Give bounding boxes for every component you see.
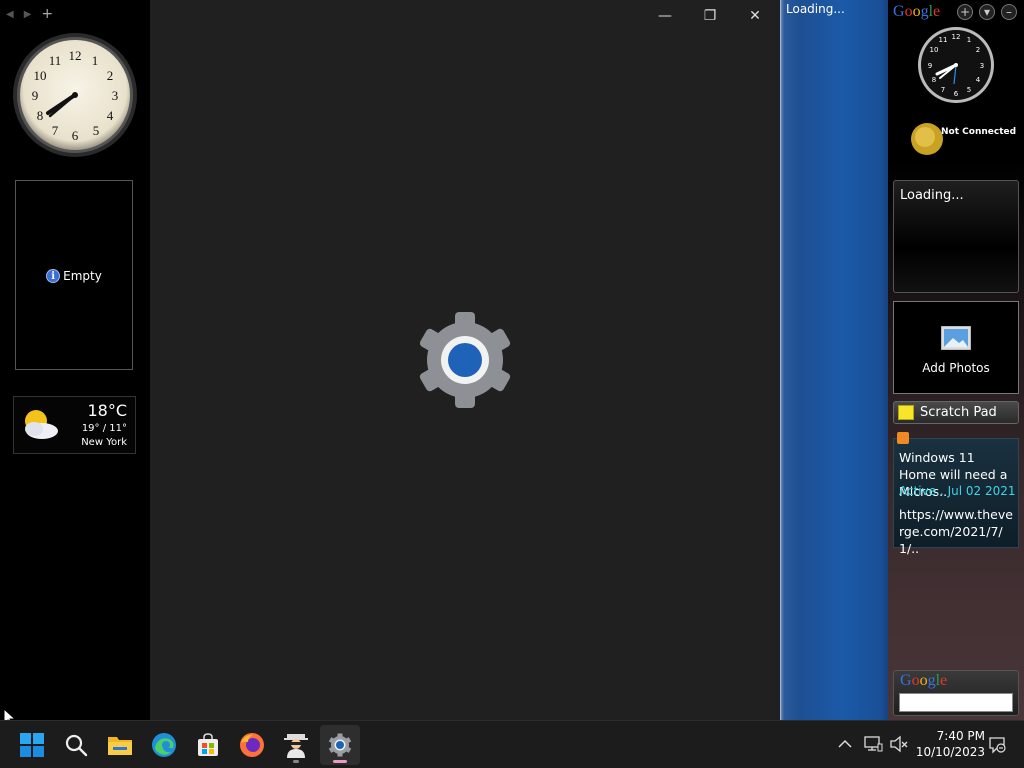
scratch-pad-label: Scratch Pad: [920, 405, 997, 420]
spy-app-button[interactable]: [276, 725, 316, 765]
store-icon: [198, 733, 218, 756]
weather-range: 19° / 11°: [81, 423, 127, 434]
svg-text:1: 1: [92, 53, 99, 68]
settings-app-button[interactable]: [320, 725, 360, 765]
svg-text:10: 10: [34, 68, 47, 83]
slideshow-gadget[interactable]: i Empty: [15, 180, 133, 370]
svg-text:9: 9: [32, 88, 39, 103]
weather-temp: 18°C: [87, 401, 127, 420]
svg-text:12: 12: [69, 48, 82, 63]
svg-text:12: 12: [952, 33, 961, 41]
connection-status: Not Connected: [941, 127, 1017, 137]
status-blob-icon: [911, 123, 943, 155]
file-explorer-button[interactable]: [100, 725, 140, 765]
forward-arrow-icon[interactable]: ▶: [24, 9, 32, 20]
svg-text:7: 7: [941, 86, 945, 94]
sticky-note-icon: [898, 405, 914, 420]
svg-text:4: 4: [976, 76, 981, 84]
notification-icon[interactable]: [988, 735, 1006, 755]
active-indicator: [333, 760, 347, 763]
collapse-button[interactable]: –: [1001, 4, 1017, 20]
edge-icon: [152, 733, 176, 757]
taskbar: 7:40 PM 10/10/2023: [0, 720, 1024, 768]
news-meta: Active.. Jul 02 2021: [899, 484, 1016, 498]
volume-muted-icon[interactable]: [889, 735, 909, 753]
svg-text:2: 2: [107, 68, 114, 83]
add-gadget-button[interactable]: +: [957, 4, 973, 20]
windows-logo-icon: [20, 733, 44, 757]
google-search-logo: Google: [900, 672, 948, 689]
weather-city: New York: [81, 437, 127, 448]
sidebar-menu-button[interactable]: ▾: [979, 4, 995, 20]
loading-gadget-text: Loading...: [900, 188, 964, 203]
svg-text:8: 8: [932, 76, 936, 84]
google-search-gadget: Google: [893, 670, 1019, 716]
spy-app-icon: [284, 734, 308, 758]
svg-text:5: 5: [93, 123, 100, 138]
svg-text:11: 11: [49, 53, 62, 68]
firefox-button[interactable]: [232, 725, 272, 765]
google-logo[interactable]: Google: [893, 3, 940, 21]
sidebar-nav: ◀ ▶ +: [6, 6, 53, 22]
scratch-pad-gadget[interactable]: Scratch Pad: [893, 401, 1019, 424]
edge-browser-button[interactable]: [144, 725, 184, 765]
back-arrow-icon[interactable]: ◀: [6, 9, 14, 20]
taskbar-date: 10/10/2023: [915, 745, 985, 759]
loading-gadget[interactable]: Loading...: [893, 180, 1019, 293]
photo-icon: [941, 326, 971, 350]
running-indicator: [293, 760, 299, 763]
add-photos-label: Add Photos: [922, 361, 990, 375]
close-button[interactable]: ✕: [742, 6, 768, 26]
svg-text:1: 1: [967, 36, 971, 44]
svg-text:6: 6: [954, 90, 959, 98]
microsoft-store-button[interactable]: [188, 725, 228, 765]
minimize-button[interactable]: —: [652, 6, 678, 26]
chevron-up-icon[interactable]: [836, 735, 854, 753]
settings-gear-icon: [419, 312, 511, 408]
taskbar-search-button[interactable]: [56, 725, 96, 765]
google-search-input[interactable]: [899, 693, 1013, 712]
news-feed-gadget[interactable]: Windows 11 Home will need a Micros.. Act…: [893, 430, 1019, 556]
svg-text:4: 4: [107, 108, 114, 123]
network-icon[interactable]: [863, 735, 883, 753]
settings-window: — ❐ ✕: [150, 0, 780, 720]
loading-panel: Loading...: [780, 0, 888, 720]
weather-gadget[interactable]: 18°C 19° / 11° New York: [13, 396, 136, 454]
svg-text:2: 2: [976, 46, 980, 54]
sidebar-clock-gadget[interactable]: 12 12 3 45 6 78 9 1011: [917, 26, 995, 104]
svg-text:10: 10: [930, 46, 939, 54]
svg-text:9: 9: [928, 62, 932, 70]
svg-text:3: 3: [112, 88, 119, 103]
svg-text:8: 8: [37, 108, 44, 123]
loading-text: Loading...: [786, 2, 845, 16]
taskbar-time: 7:40 PM: [936, 729, 985, 743]
rss-icon: [897, 432, 909, 444]
start-button[interactable]: [12, 725, 52, 765]
add-gadget-icon[interactable]: +: [41, 6, 53, 22]
analog-clock-gadget[interactable]: 12 12 345 678 91011: [12, 32, 138, 158]
firefox-icon: [240, 733, 264, 757]
taskbar-clock[interactable]: 7:40 PM 10/10/2023: [915, 728, 985, 760]
photos-gadget[interactable]: Add Photos: [893, 301, 1019, 394]
svg-text:11: 11: [939, 36, 948, 44]
left-gadget-sidebar: ◀ ▶ + 12 1 2 345 678 9 10 11 i Empty 18°…: [0, 0, 150, 720]
svg-text:6: 6: [72, 128, 79, 143]
google-desktop-sidebar: Google + ▾ – 12 1 2 3 45 6 78 9 10 11 Not Conn…: [888, 0, 1024, 720]
svg-text:7: 7: [52, 123, 59, 138]
news-url[interactable]: https://www.theverge.com/2021/7/1/..: [899, 506, 1014, 557]
svg-text:3: 3: [980, 62, 984, 70]
maximize-button[interactable]: ❐: [697, 6, 723, 26]
partly-cloudy-icon: [25, 410, 58, 439]
folder-icon: [108, 737, 132, 755]
svg-text:5: 5: [967, 86, 971, 94]
search-icon: [65, 734, 88, 757]
info-icon: i: [46, 269, 61, 283]
settings-icon: [328, 733, 352, 757]
slideshow-empty-label: Empty: [63, 269, 102, 283]
